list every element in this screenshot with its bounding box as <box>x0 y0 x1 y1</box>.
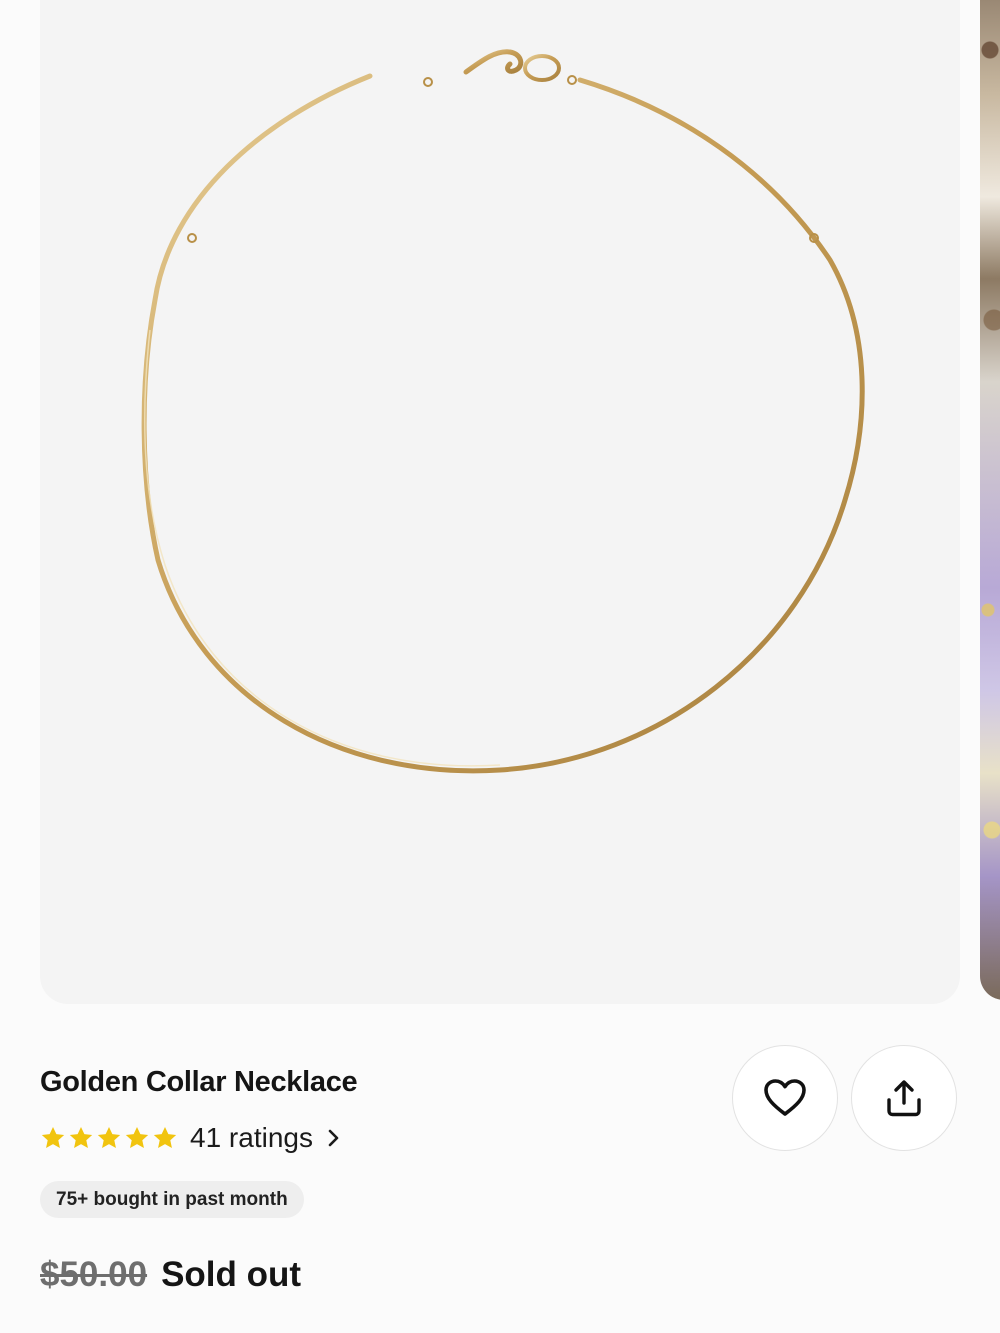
share-icon <box>887 1080 921 1117</box>
availability-status: Sold out <box>161 1255 302 1294</box>
product-title: Golden Collar Necklace <box>40 1066 358 1098</box>
chevron-right-icon <box>328 1129 339 1147</box>
next-product-image-preview[interactable] <box>980 0 1000 1000</box>
necklace-illustration <box>141 49 865 774</box>
share-button[interactable] <box>851 1045 957 1151</box>
product-image[interactable] <box>40 0 960 1004</box>
star-icon <box>41 1126 65 1148</box>
product-image-gallery[interactable] <box>0 0 1000 1004</box>
star-icon <box>153 1126 177 1148</box>
purchase-count-badge: 75+ bought in past month <box>40 1181 304 1218</box>
original-price: $50.00 <box>40 1255 148 1294</box>
star-icon <box>125 1126 149 1148</box>
ratings-count[interactable]: 41 ratings <box>190 1122 313 1154</box>
heart-icon <box>764 1079 806 1116</box>
star-icon <box>97 1126 121 1148</box>
favorite-button[interactable] <box>732 1045 838 1151</box>
star-rating <box>40 1125 178 1151</box>
price-row: $50.00 Sold out <box>40 1255 301 1295</box>
ratings-link[interactable]: 41 ratings <box>40 1118 341 1158</box>
star-icon <box>69 1126 93 1148</box>
